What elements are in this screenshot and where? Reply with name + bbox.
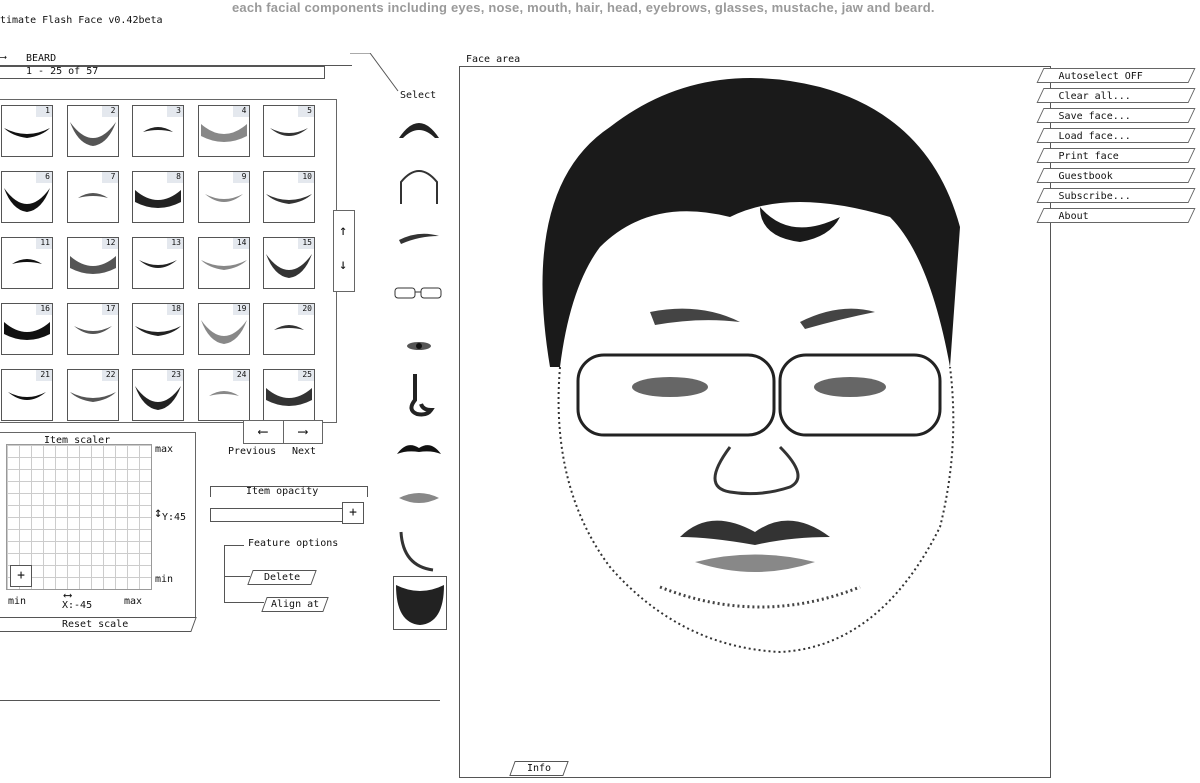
menu-button-load-face[interactable]: Load face... [1036,128,1196,143]
x-min-label: min [8,596,27,607]
beard-thumbnail[interactable]: 16 [1,303,53,355]
beard-thumbnail[interactable]: 20 [263,303,315,355]
thumbnail-grid: 1 2 3 4 5 6 7 8 9 10 11 12 13 14 15 16 17 18 19 20 21 22 23 24 2… [0,99,337,423]
scaler-handle-icon[interactable]: + [10,565,32,587]
item-opacity-title: Item opacity [246,486,319,497]
beard-thumbnail[interactable]: 1 [1,105,53,157]
grid-scroll-control: ↑ ↓ [333,210,355,292]
beard-thumbnail[interactable]: 7 [66,171,119,223]
beard-thumbnail[interactable]: 14 [197,237,250,289]
arrow-right-icon: ⟶ [0,52,7,63]
beard-thumbnail[interactable]: 6 [1,171,53,223]
menu-button-save-face[interactable]: Save face... [1036,108,1196,123]
pager: ⟵ ⟶ [243,420,323,444]
reset-scale-button[interactable]: Reset scale [0,617,197,632]
select-eyebrows[interactable] [393,216,445,264]
beard-thumbnail[interactable]: 22 [66,369,119,421]
top-banner: each facial components including eyes, n… [0,0,1200,16]
opacity-slider-handle-icon[interactable]: + [342,502,364,524]
next-arrow-icon[interactable]: ⟶ [284,421,322,443]
beard-thumbnail[interactable]: 2 [66,105,119,157]
y-value: Y:45 [162,512,187,523]
y-max-label: max [155,444,174,455]
face-area-title: Face area [466,54,521,65]
beard-thumbnail[interactable]: 9 [197,171,250,223]
menu-button-about[interactable]: About [1036,208,1196,223]
beard-thumbnail[interactable]: 15 [263,237,315,289]
select-glasses[interactable] [393,270,445,318]
beard-thumbnail[interactable]: 23 [132,369,184,421]
beard-thumbnail[interactable]: 17 [66,303,119,355]
y-min-label: min [155,574,174,585]
delete-button[interactable]: Delete [247,570,317,585]
select-eyes[interactable] [393,322,445,370]
beard-thumbnail[interactable]: 8 [132,171,184,223]
feature-select-strip [393,108,447,630]
menu-button-autoselect-off[interactable]: Autoselect OFF [1036,68,1196,83]
select-jaw[interactable] [393,526,445,574]
menu-button-subscribe[interactable]: Subscribe... [1036,188,1196,203]
category-name: BEARD [26,53,57,64]
select-mustache[interactable] [393,424,445,472]
face-canvas[interactable] [459,66,1051,778]
menu-button-clear-all[interactable]: Clear all... [1036,88,1196,103]
beard-thumbnail[interactable]: 25 [263,369,315,421]
beard-thumbnail[interactable]: 5 [263,105,315,157]
beard-thumbnail[interactable]: 18 [132,303,184,355]
feature-tagline: each facial components including eyes, n… [232,0,935,15]
beard-thumbnail[interactable]: 12 [66,237,119,289]
select-label: Select [400,90,437,101]
menu-button-print-face[interactable]: Print face [1036,148,1196,163]
menu-button-guestbook[interactable]: Guestbook [1036,168,1196,183]
beard-thumbnail[interactable]: 19 [197,303,250,355]
header-corner-decor [350,53,399,92]
previous-button[interactable]: Previous [228,446,276,457]
beard-thumbnail[interactable]: 24 [197,369,250,421]
beard-thumbnail[interactable]: 21 [1,369,53,421]
feature-options-title: Feature options [248,538,339,549]
x-max-label: max [124,596,143,607]
select-head[interactable] [393,160,445,208]
app-title: timate Flash Face v0.42beta [0,15,163,26]
previous-arrow-icon[interactable]: ⟵ [244,421,282,443]
align-at-button[interactable]: Align at [261,597,329,612]
select-beard[interactable] [393,576,447,630]
select-mouth[interactable] [393,474,445,522]
face-composite [542,78,960,654]
beard-thumbnail[interactable]: 3 [132,105,184,157]
beard-thumbnail[interactable]: 10 [263,171,315,223]
select-hair[interactable] [393,108,445,156]
item-opacity-panel: Item opacity + [210,486,368,524]
beard-thumbnail[interactable]: 13 [132,237,184,289]
opacity-slider-track[interactable] [210,508,362,522]
item-range: 1 - 25 of 57 [26,66,99,77]
info-button[interactable]: Info [509,761,569,776]
next-button[interactable]: Next [292,446,316,457]
scroll-down-icon[interactable]: ↓ [339,257,347,273]
select-nose[interactable] [393,370,445,418]
scroll-up-icon[interactable]: ↑ [339,223,347,239]
x-value: X:-45 [62,600,93,611]
category-header: ⟶ BEARD 1 - 25 of 57 [0,52,399,92]
beard-thumbnail[interactable]: 4 [197,105,250,157]
beard-thumbnail[interactable]: 11 [1,237,53,289]
